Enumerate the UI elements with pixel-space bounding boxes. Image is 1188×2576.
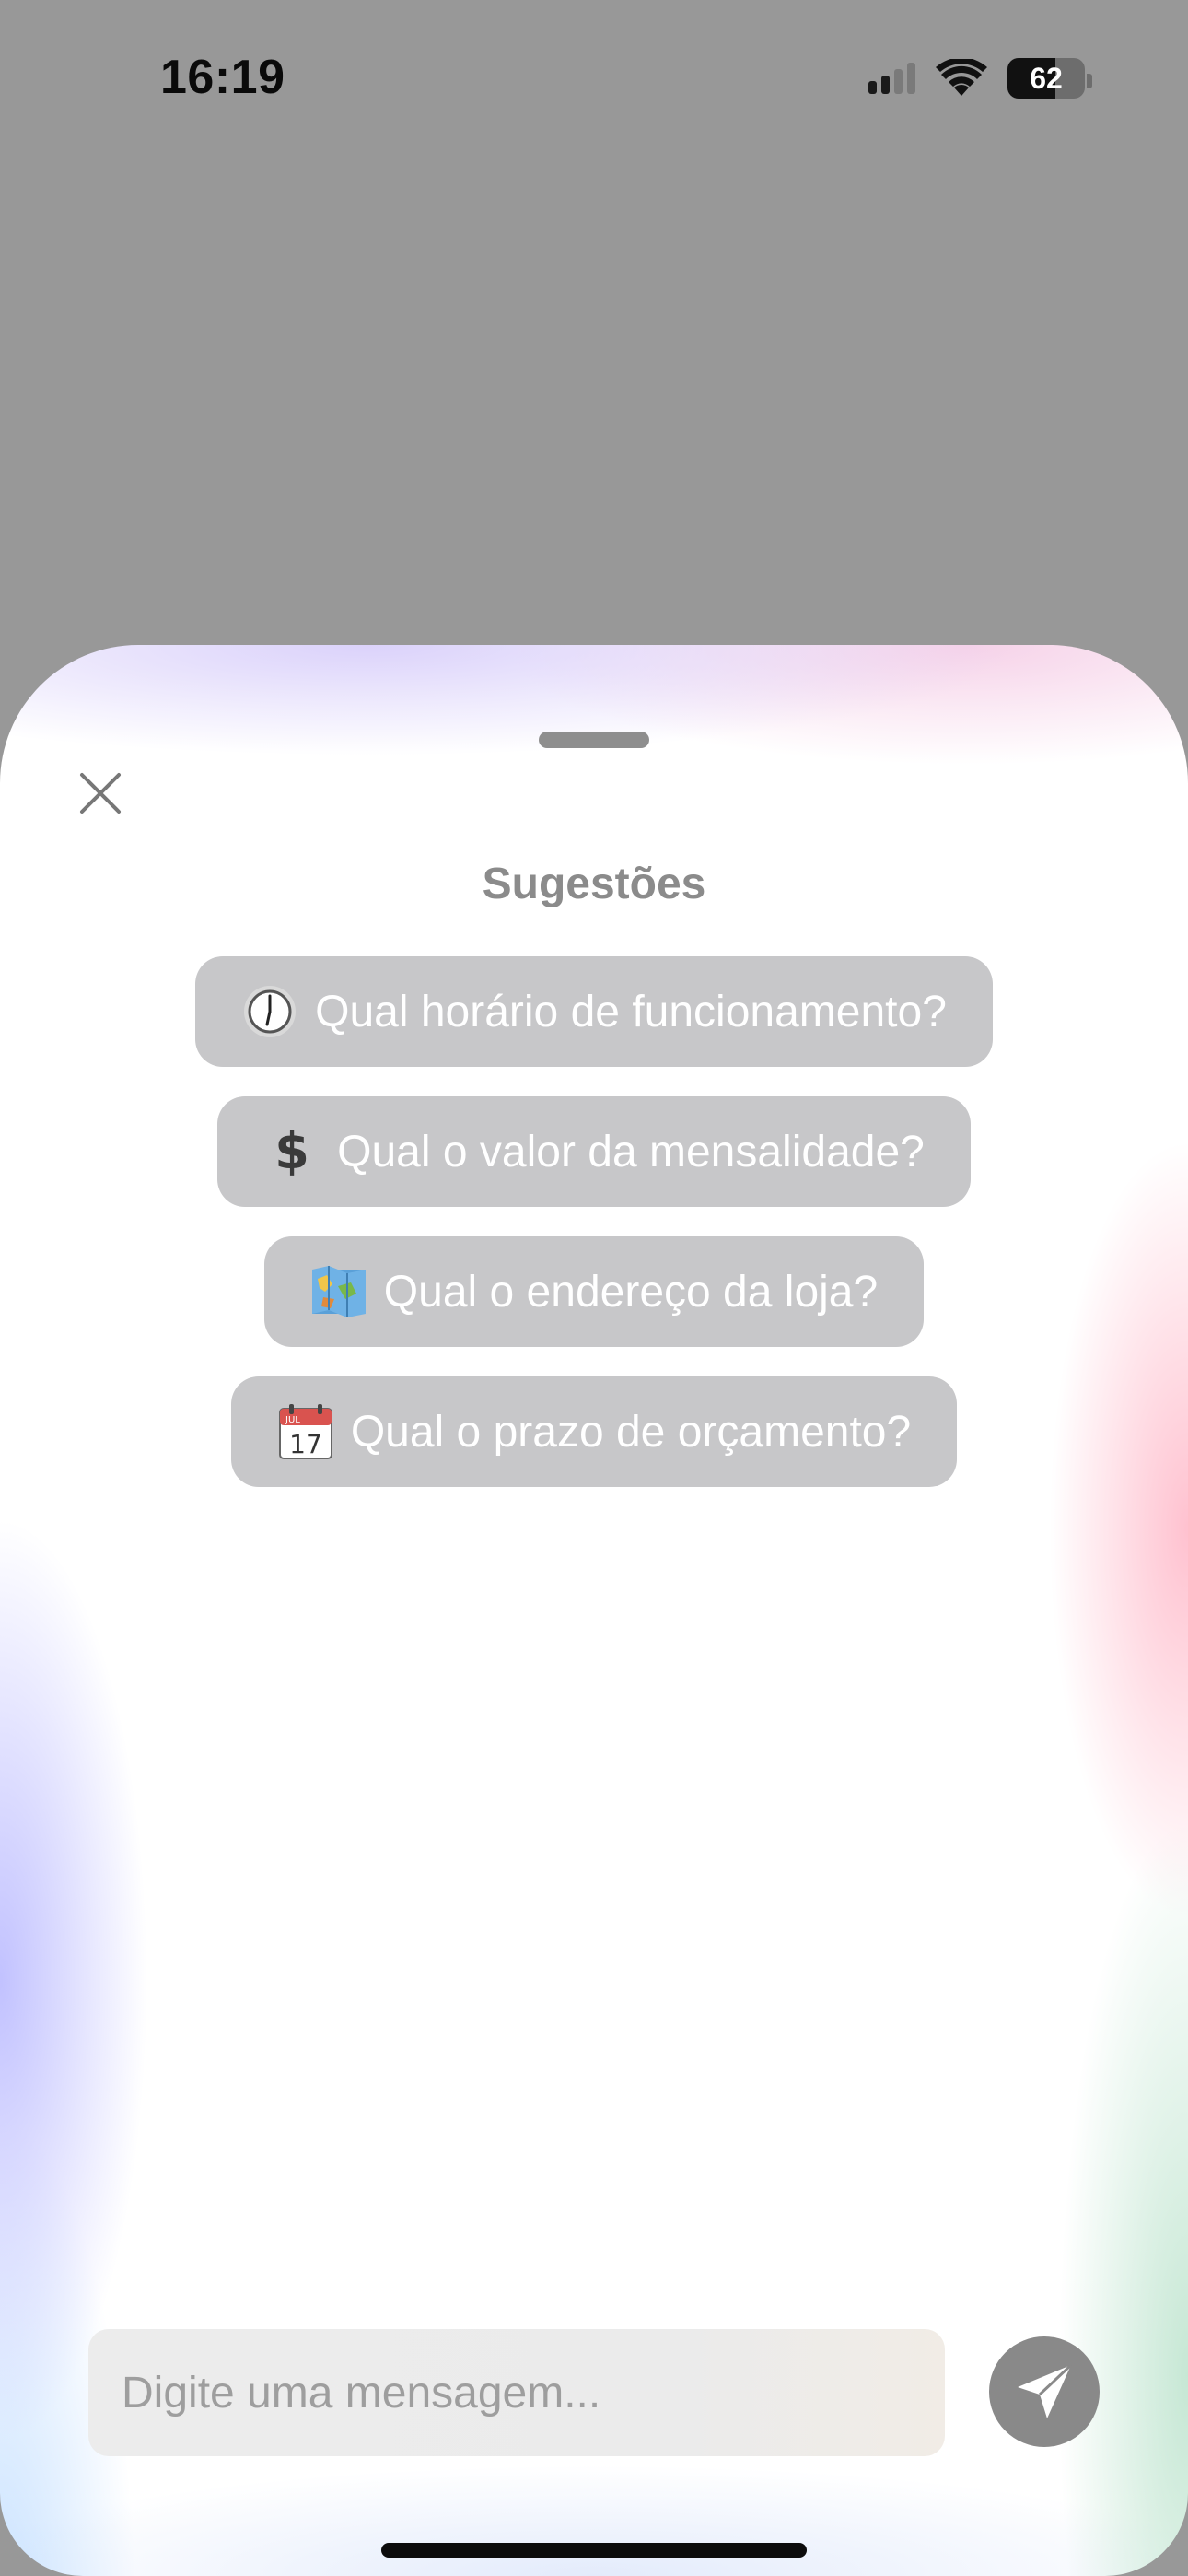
suggestion-chip-monthly-fee[interactable]: $ Qual o valor da mensalidade? (217, 1096, 971, 1207)
svg-text:17: 17 (289, 1429, 322, 1459)
suggestion-chip-opening-hours[interactable]: Qual horário de funcionamento? (195, 956, 993, 1067)
svg-text:JUL: JUL (285, 1415, 300, 1425)
message-input[interactable] (88, 2329, 945, 2456)
status-time: 16:19 (160, 51, 285, 104)
dollar-icon: $ (263, 1123, 320, 1180)
map-icon (310, 1263, 367, 1320)
signal-icon (868, 63, 915, 94)
battery-icon: 62 (1007, 58, 1085, 99)
battery-cap (1087, 74, 1092, 88)
calendar-icon: JUL 17 (277, 1403, 334, 1460)
suggestions-sheet: Sugestões Qual horário de funcionamento?… (0, 645, 1188, 2576)
sheet-grabber[interactable] (539, 732, 649, 748)
message-composer (88, 2329, 945, 2456)
suggestion-label: Qual o valor da mensalidade? (337, 1127, 925, 1177)
close-button[interactable] (72, 765, 129, 822)
suggestion-chip-quote-deadline[interactable]: JUL 17 Qual o prazo de orçamento? (230, 1376, 958, 1487)
suggestion-label: Qual o prazo de orçamento? (350, 1407, 912, 1457)
close-icon (80, 773, 121, 814)
sheet-title: Sugestões (482, 860, 706, 908)
status-icons: 62 (868, 55, 1085, 101)
battery-level: 62 (1030, 62, 1063, 95)
clock-icon (241, 983, 298, 1040)
suggestion-label: Qual horário de funcionamento? (315, 987, 947, 1036)
suggestion-label: Qual o endereço da loja? (383, 1267, 879, 1317)
suggestion-list: Qual horário de funcionamento? $ Qual o … (0, 956, 1188, 1487)
status-bar: 16:19 62 (0, 0, 1188, 157)
svg-text:$: $ (274, 1124, 309, 1179)
send-button[interactable] (989, 2336, 1100, 2447)
home-indicator (381, 2543, 807, 2558)
wifi-icon (936, 59, 987, 98)
send-icon (1018, 2363, 1073, 2418)
suggestion-chip-store-address[interactable]: Qual o endereço da loja? (263, 1236, 925, 1347)
